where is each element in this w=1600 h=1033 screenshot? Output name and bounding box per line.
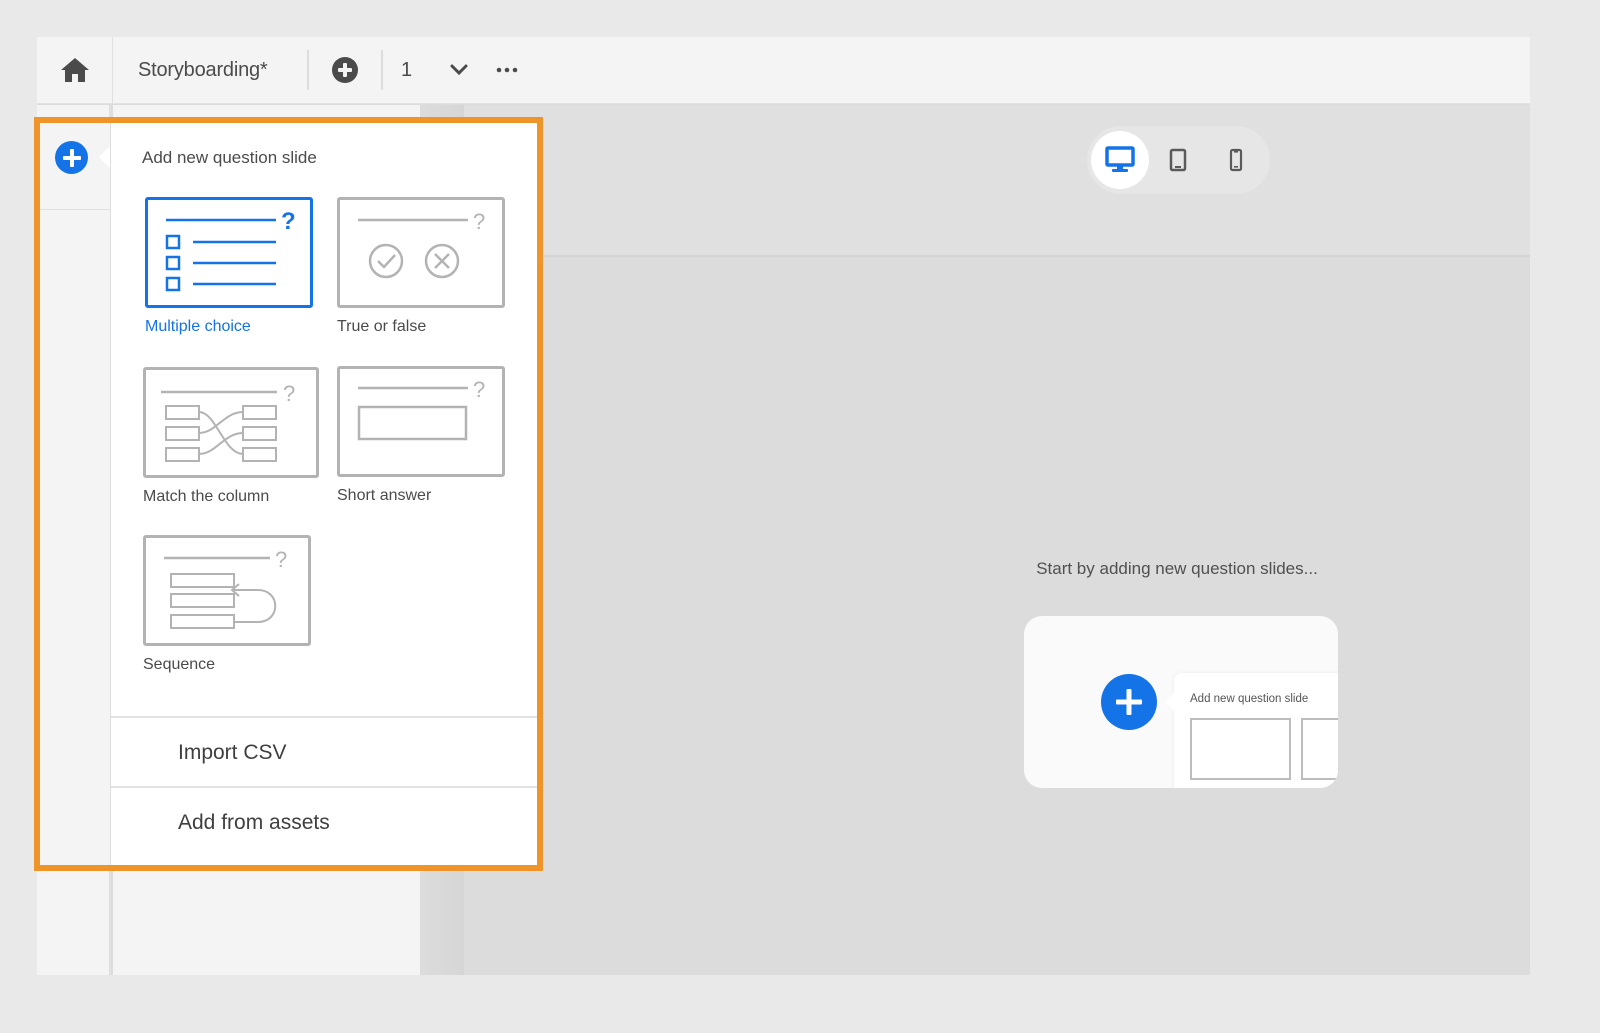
canvas-area	[464, 259, 1530, 975]
project-title[interactable]: Storyboarding*	[113, 59, 307, 82]
add-slide-button[interactable]	[309, 37, 381, 104]
page-dropdown-button[interactable]	[441, 37, 477, 104]
tablet-view-button[interactable]	[1149, 131, 1207, 189]
plus-icon	[1116, 689, 1142, 715]
home-button[interactable]	[37, 36, 113, 104]
desktop-view-button[interactable]	[1091, 131, 1149, 189]
tablet-icon	[1169, 148, 1187, 172]
device-switcher	[1087, 126, 1270, 194]
canvas-header	[464, 105, 1530, 257]
preview-add-button	[1101, 674, 1157, 730]
highlight-frame	[34, 117, 543, 871]
desktop-icon	[1105, 146, 1135, 172]
empty-state-preview: Add new question slide	[1024, 616, 1338, 788]
preview-thumb	[1301, 718, 1338, 780]
top-toolbar: Storyboarding* 1	[37, 36, 1530, 104]
preview-popover: Add new question slide	[1165, 673, 1338, 788]
preview-thumb	[1190, 718, 1291, 780]
mobile-icon	[1229, 148, 1243, 172]
chevron-down-icon	[450, 64, 468, 76]
more-horizontal-icon	[496, 67, 518, 73]
plus-circle-icon	[332, 57, 358, 83]
preview-popover-title: Add new question slide	[1190, 693, 1309, 705]
empty-state-message: Start by adding new question slides...	[1036, 559, 1318, 578]
mobile-view-button[interactable]	[1207, 131, 1265, 189]
home-icon	[60, 58, 89, 82]
page-number: 1	[401, 58, 413, 81]
more-options-button[interactable]	[477, 37, 537, 104]
